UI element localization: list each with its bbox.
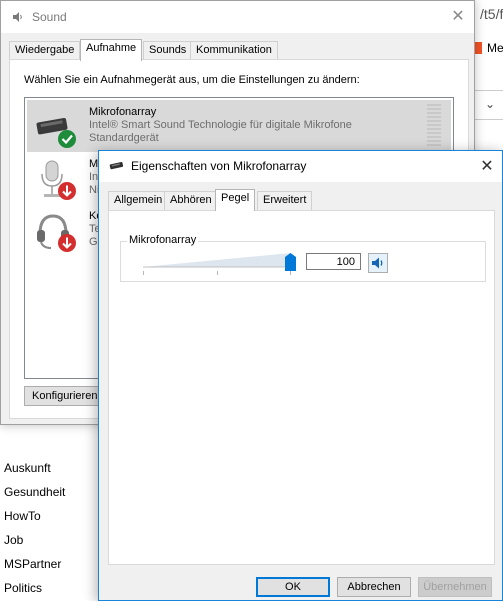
slider-tick <box>217 271 218 275</box>
tab-erweitert[interactable]: Erweitert <box>257 191 313 210</box>
background-ms-label: Me <box>487 41 503 55</box>
link-job[interactable]: Job <box>4 528 65 552</box>
slider-thumb[interactable] <box>285 253 296 271</box>
microphone-array-icon <box>36 117 76 148</box>
link-howto[interactable]: HowTo <box>4 504 65 528</box>
tab-wiedergabe[interactable]: Wiedergabe <box>9 41 81 60</box>
level-group-label: Mikrofonarray <box>127 234 199 246</box>
sound-instruction: Wählen Sie ein Aufnahmegerät aus, um die… <box>24 74 360 86</box>
speaker-icon <box>372 257 383 269</box>
sound-titlebar[interactable]: Sound ✕ <box>1 1 474 33</box>
level-meter <box>427 104 441 148</box>
background-dropdown[interactable]: ⌄ <box>474 90 503 120</box>
speaker-icon <box>13 12 22 22</box>
properties-close-button[interactable]: ✕ <box>473 155 501 179</box>
level-value-input[interactable] <box>306 253 361 270</box>
chevron-down-icon: ⌄ <box>485 97 496 111</box>
tab-aufnahme[interactable]: Aufnahme <box>80 39 143 61</box>
background-url-text: /t5/fo <box>480 6 503 22</box>
pegel-panel: Mikrofonarray <box>108 210 495 565</box>
microphone-array-icon <box>109 162 124 170</box>
properties-dialog: Eigenschaften von Mikrofonarray ✕ Allgem… <box>98 150 503 601</box>
slider-tick <box>143 271 144 275</box>
device-description: Intel® Smart Sound Technologie für digit… <box>89 119 352 131</box>
tab-pegel[interactable]: Pegel <box>215 189 256 211</box>
link-mspartner[interactable]: MSPartner <box>4 552 65 576</box>
level-slider[interactable] <box>143 251 301 275</box>
device-name: Mikrofonarray <box>89 106 157 118</box>
sound-window-title: Sound <box>32 10 67 24</box>
link-gesundheit[interactable]: Gesundheit <box>4 480 65 504</box>
properties-title: Eigenschaften von Mikrofonarray <box>131 159 307 173</box>
cancel-button[interactable]: Abbrechen <box>337 577 411 597</box>
background-link-list: Auskunft Gesundheit HowTo Job MSPartner … <box>4 456 65 600</box>
microphone-icon <box>41 160 76 200</box>
close-icon: ✕ <box>480 158 494 175</box>
properties-titlebar[interactable]: Eigenschaften von Mikrofonarray ✕ <box>99 151 502 182</box>
properties-tabstrip: Allgemein Abhören Pegel Erweitert <box>108 189 495 211</box>
close-icon: ✕ <box>451 8 465 25</box>
level-group: Mikrofonarray <box>120 234 486 282</box>
slider-track <box>143 253 291 268</box>
device-row-mikrofonarray[interactable]: Mikrofonarray Intel® Smart Sound Technol… <box>27 100 451 152</box>
sound-tabstrip: Wiedergabe Aufnahme Sounds Kommunikation <box>9 39 469 61</box>
tab-kommunikation[interactable]: Kommunikation <box>190 41 278 60</box>
device-status: Standardgerät <box>89 132 159 144</box>
tab-allgemein[interactable]: Allgemein <box>108 191 169 210</box>
sound-close-button[interactable]: ✕ <box>443 5 473 29</box>
tab-sounds[interactable]: Sounds <box>143 41 193 60</box>
tab-abhoeren[interactable]: Abhören <box>164 191 218 210</box>
slider-tick <box>290 271 291 275</box>
ok-button[interactable]: OK <box>256 577 330 597</box>
apply-button[interactable]: Übernehmen <box>418 577 492 597</box>
mute-button[interactable] <box>368 253 388 273</box>
headset-icon <box>37 214 76 252</box>
link-politics[interactable]: Politics <box>4 576 65 600</box>
link-auskunft[interactable]: Auskunft <box>4 456 65 480</box>
